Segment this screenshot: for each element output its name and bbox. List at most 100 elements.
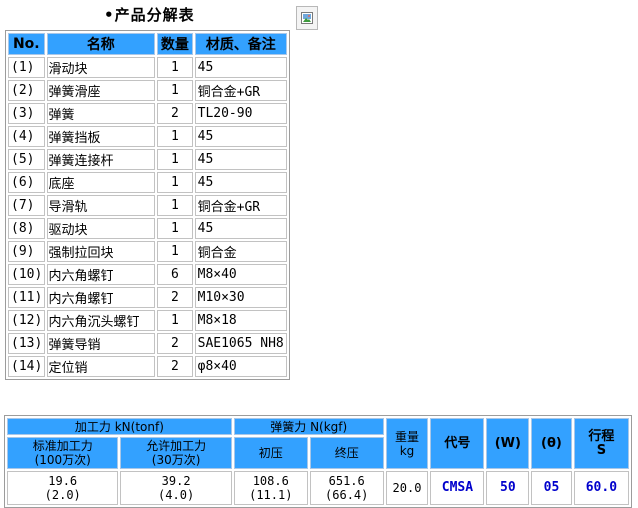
- parts-row: (7) 导滑轨 1 铜合金+GR: [8, 195, 287, 216]
- stroke-header: 行程 S: [573, 418, 629, 469]
- part-name: 强制拉回块: [46, 241, 156, 262]
- part-material: M8×18: [194, 310, 287, 331]
- part-material: M8×40: [194, 264, 287, 285]
- part-name: 内六角沉头螺钉: [46, 310, 156, 331]
- header-qty: 数量: [157, 33, 193, 55]
- part-quantity: 2: [157, 356, 193, 377]
- part-number: (5): [8, 149, 45, 170]
- part-quantity: 1: [157, 310, 193, 331]
- part-number: (8): [8, 218, 45, 239]
- broken-image-icon: [301, 12, 313, 24]
- part-material: 45: [194, 172, 287, 193]
- part-number: (9): [8, 241, 45, 262]
- code-value: CMSA: [430, 471, 485, 505]
- parts-row: (3) 弹簧 2 TL20-90: [8, 103, 287, 124]
- header-material: 材质、备注: [194, 33, 287, 55]
- spec-table: 加工力 kN(tonf) 弹簧力 N(kgf) 重量 kg 代号 (W) (θ) …: [4, 415, 632, 508]
- spec-header-row-1: 加工力 kN(tonf) 弹簧力 N(kgf) 重量 kg 代号 (W) (θ) …: [7, 418, 629, 469]
- code-header: 代号: [430, 418, 485, 469]
- theta-value: 05: [531, 471, 572, 505]
- part-material: 45: [194, 149, 287, 170]
- part-name: 弹簧: [46, 103, 156, 124]
- part-material: φ8×40: [194, 356, 287, 377]
- part-material: M10×30: [194, 287, 287, 308]
- stroke-value: 60.0: [573, 471, 629, 505]
- final-pressure-value: 651.6 (66.4): [309, 471, 384, 505]
- spring-force-header: 弹簧力 N(kgf): [233, 418, 384, 435]
- part-material: 45: [194, 57, 287, 78]
- part-quantity: 1: [157, 241, 193, 262]
- part-quantity: 1: [157, 149, 193, 170]
- part-material: 45: [194, 126, 287, 147]
- part-quantity: 2: [157, 103, 193, 124]
- parts-row: (13) 弹簧导销 2 SAE1065 NH8: [8, 333, 287, 354]
- parts-row: (8) 驱动块 1 45: [8, 218, 287, 239]
- allowed-force-header: 允许加工力 (30万次): [120, 437, 232, 469]
- page-title: •产品分解表: [104, 6, 195, 24]
- parts-body: (1) 滑动块 1 45 (2) 弹簧滑座 1 铜合金+GR (3) 弹簧 2 TL20-90 (4) 弹…: [8, 57, 287, 377]
- part-quantity: 2: [157, 287, 193, 308]
- allowed-force-value: 39.2 (4.0): [120, 471, 232, 505]
- part-material: 铜合金+GR: [194, 80, 287, 101]
- part-name: 底座: [46, 172, 156, 193]
- processing-force-header: 加工力 kN(tonf): [7, 418, 232, 435]
- header-name: 名称: [46, 33, 156, 55]
- part-name: 导滑轨: [46, 195, 156, 216]
- part-number: (11): [8, 287, 45, 308]
- part-number: (1): [8, 57, 45, 78]
- part-quantity: 1: [157, 57, 193, 78]
- part-material: 铜合金: [194, 241, 287, 262]
- image-placeholder-icon[interactable]: [296, 6, 318, 30]
- standard-force-value: 19.6 (2.0): [7, 471, 119, 505]
- part-number: (3): [8, 103, 45, 124]
- part-name: 弹簧滑座: [46, 80, 156, 101]
- part-name: 弹簧连接杆: [46, 149, 156, 170]
- part-number: (13): [8, 333, 45, 354]
- part-number: (10): [8, 264, 45, 285]
- part-name: 内六角螺钉: [46, 287, 156, 308]
- parts-row: (11) 内六角螺钉 2 M10×30: [8, 287, 287, 308]
- part-quantity: 1: [157, 195, 193, 216]
- parts-row: (12) 内六角沉头螺钉 1 M8×18: [8, 310, 287, 331]
- parts-row: (9) 强制拉回块 1 铜合金: [8, 241, 287, 262]
- part-number: (4): [8, 126, 45, 147]
- part-quantity: 2: [157, 333, 193, 354]
- final-pressure-header: 终压: [309, 437, 384, 469]
- part-quantity: 1: [157, 172, 193, 193]
- part-number: (6): [8, 172, 45, 193]
- parts-row: (10) 内六角螺钉 6 M8×40: [8, 264, 287, 285]
- part-name: 弹簧导销: [46, 333, 156, 354]
- parts-row: (2) 弹簧滑座 1 铜合金+GR: [8, 80, 287, 101]
- theta-header: (θ): [531, 418, 572, 469]
- part-quantity: 1: [157, 80, 193, 101]
- part-material: 铜合金+GR: [194, 195, 287, 216]
- parts-row: (4) 弹簧挡板 1 45: [8, 126, 287, 147]
- weight-value: 20.0: [385, 471, 429, 505]
- part-quantity: 1: [157, 218, 193, 239]
- parts-header-row: No. 名称 数量 材质、备注: [8, 33, 287, 55]
- w-value: 50: [486, 471, 530, 505]
- parts-row: (5) 弹簧连接杆 1 45: [8, 149, 287, 170]
- part-material: 45: [194, 218, 287, 239]
- part-name: 滑动块: [46, 57, 156, 78]
- part-number: (7): [8, 195, 45, 216]
- part-number: (2): [8, 80, 45, 101]
- part-number: (12): [8, 310, 45, 331]
- part-name: 内六角螺钉: [46, 264, 156, 285]
- part-quantity: 1: [157, 126, 193, 147]
- spec-value-row: 19.6 (2.0) 39.2 (4.0) 108.6 (11.1) 651.6 (66…: [7, 471, 629, 505]
- initial-pressure-value: 108.6 (11.1): [233, 471, 308, 505]
- part-number: (14): [8, 356, 45, 377]
- part-name: 弹簧挡板: [46, 126, 156, 147]
- part-material: TL20-90: [194, 103, 287, 124]
- initial-pressure-header: 初压: [233, 437, 308, 469]
- parts-row: (1) 滑动块 1 45: [8, 57, 287, 78]
- parts-row: (14) 定位销 2 φ8×40: [8, 356, 287, 377]
- part-name: 驱动块: [46, 218, 156, 239]
- header-no: No.: [8, 33, 45, 55]
- weight-header: 重量 kg: [385, 418, 429, 469]
- part-name: 定位销: [46, 356, 156, 377]
- parts-breakdown-table: No. 名称 数量 材质、备注 (1) 滑动块 1 45 (2) 弹簧滑座 1 铜合金+GR(…: [5, 30, 290, 380]
- w-header: (W): [486, 418, 530, 469]
- standard-force-header: 标准加工力 (100万次): [7, 437, 119, 469]
